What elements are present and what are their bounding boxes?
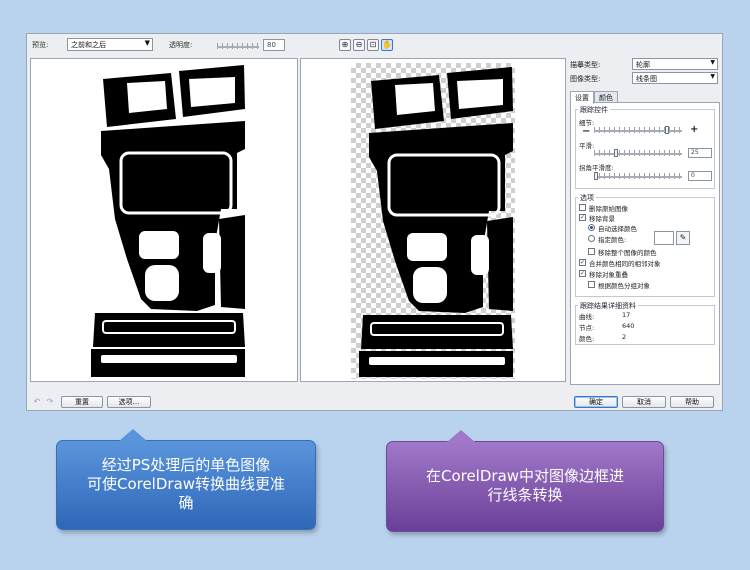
smoothing-slider[interactable] [594,153,682,155]
pan-icon[interactable]: ✋ [381,39,393,51]
trace-type-select[interactable]: 轮廓 ▼ [632,58,718,70]
delete-original-checkbox[interactable] [579,204,586,211]
callout-right-line-2: 行线条转换 [487,486,563,504]
eyedropper-icon[interactable]: ✎ [676,231,690,245]
original-image [83,63,245,379]
specify-color-label: 指定颜色: [598,236,627,244]
options-button[interactable]: 选项... [107,396,151,408]
preview-mode-select[interactable]: 之前和之后 ▼ [67,38,153,51]
callout-left-line-3: 确 [178,494,194,512]
preview-label: 预览: [32,41,49,49]
ok-button[interactable]: 确定 [574,396,618,408]
undo-icon[interactable]: ↶ [31,396,43,408]
options-title: 选项 [578,193,596,203]
detail-slider[interactable] [594,130,682,132]
auto-color-label: 自动选择颜色 [598,225,637,233]
chevron-down-icon: ▼ [710,59,715,66]
smoothing-label: 平滑: [579,142,595,150]
callout-pointer [447,430,475,442]
help-button[interactable]: 帮助 [670,396,714,408]
remove-background-label: 移除背景 [589,215,615,223]
delete-original-label: 删除原始图像 [589,205,628,213]
zoom-in-icon[interactable]: ⊕ [339,39,351,51]
callout-right-line-1: 在CorelDraw中对图像边框进 [425,467,625,485]
transparency-slider[interactable] [217,46,259,48]
callout-pointer [119,429,147,441]
remove-whole-image-color-checkbox[interactable] [588,248,595,255]
colors-label: 颜色: [579,335,595,343]
after-preview-pane[interactable] [300,58,566,382]
options-group: 选项 删除原始图像 ✓ 移除背景 自动选择颜色 指定颜色: ✎ 移除整个图像的颜… [575,193,715,297]
corner-smoothness-input[interactable]: 0 [688,171,712,181]
fit-icon[interactable]: ⊡ [367,39,379,51]
colors-value: 2 [622,333,627,341]
auto-color-radio[interactable] [588,224,595,231]
traced-image [359,67,513,377]
detail-slider-thumb[interactable] [664,126,669,134]
trace-type-label: 描摹类型: [570,61,601,69]
curves-label: 曲线: [579,313,595,321]
remove-whole-image-color-label: 移除整个图像的颜色 [598,249,657,257]
cancel-button[interactable]: 取消 [622,396,666,408]
more-detail-icon[interactable]: + [690,124,698,135]
callout-monochrome-note: 经过PS处理后的单色图像 可使CorelDraw转换曲线更准 确 [56,429,316,530]
callout-left-line-1: 经过PS处理后的单色图像 [101,456,271,474]
redo-icon[interactable]: ↷ [44,396,56,408]
remove-background-checkbox[interactable]: ✓ [579,214,586,221]
tab-settings[interactable]: 设置 [570,91,594,104]
remove-overlap-checkbox[interactable]: ✓ [579,270,586,277]
corner-smoothness-label: 拐角平滑度: [579,164,614,172]
nodes-value: 640 [622,322,635,330]
transparency-input[interactable]: 80 [263,39,285,51]
transparency-label: 透明度: [169,41,193,49]
merge-adjacent-checkbox[interactable]: ✓ [579,259,586,266]
before-preview-pane[interactable] [30,58,298,382]
zoom-out-icon[interactable]: ⊖ [353,39,365,51]
image-type-value: 线条图 [636,75,657,83]
trace-controls-title: 跟踪控件 [578,105,610,115]
settings-tab-page: 跟踪控件 细节: − + 平滑: 25 拐角平滑度: 0 选项 删除原始图像 ✓… [570,102,720,385]
smoothing-input[interactable]: 25 [688,148,712,158]
less-detail-icon[interactable]: − [582,126,590,137]
chevron-down-icon: ▼ [710,73,715,80]
specify-color-radio[interactable] [588,235,595,242]
trace-type-value: 轮廓 [636,61,650,69]
trace-settings-panel: 描摹类型: 轮廓 ▼ 图像类型: 线条图 ▼ 设置 颜色 跟踪控件 细节: − … [568,56,720,386]
smoothing-slider-thumb[interactable] [614,149,618,157]
preview-mode-value: 之前和之后 [71,41,106,49]
reset-button[interactable]: 重置 [61,396,103,408]
remove-overlap-label: 移除对象重叠 [589,271,628,279]
image-type-select[interactable]: 线条图 ▼ [632,72,718,84]
image-type-label: 图像类型: [570,75,601,83]
color-swatch[interactable] [654,231,674,245]
callout-trace-note: 在CorelDraw中对图像边框进 行线条转换 [386,430,664,532]
callout-left-line-2: 可使CorelDraw转换曲线更准 [86,475,286,493]
trace-results-group: 跟踪结果详细资料 曲线: 17 节点: 640 颜色: 2 [575,301,715,345]
trace-controls-group: 跟踪控件 细节: − + 平滑: 25 拐角平滑度: 0 [575,105,715,189]
preview-toolbar: 预览: 之前和之后 ▼ 透明度: 80 ⊕ ⊖ ⊡ ✋ [27,34,724,56]
corner-smoothness-slider[interactable] [594,176,682,178]
chevron-down-icon: ▼ [144,39,150,47]
group-by-color-label: 根据颜色分组对象 [598,282,650,290]
nodes-label: 节点: [579,324,595,332]
curves-value: 17 [622,311,631,319]
trace-results-title: 跟踪结果详细资料 [578,301,638,311]
group-by-color-checkbox[interactable] [588,281,595,288]
corner-slider-thumb[interactable] [594,172,598,180]
power-trace-dialog: 预览: 之前和之后 ▼ 透明度: 80 ⊕ ⊖ ⊡ ✋ 描摹类型: 轮廓 ▼ 图… [26,33,723,411]
merge-adjacent-label: 合并颜色相同的相邻对象 [589,260,661,268]
